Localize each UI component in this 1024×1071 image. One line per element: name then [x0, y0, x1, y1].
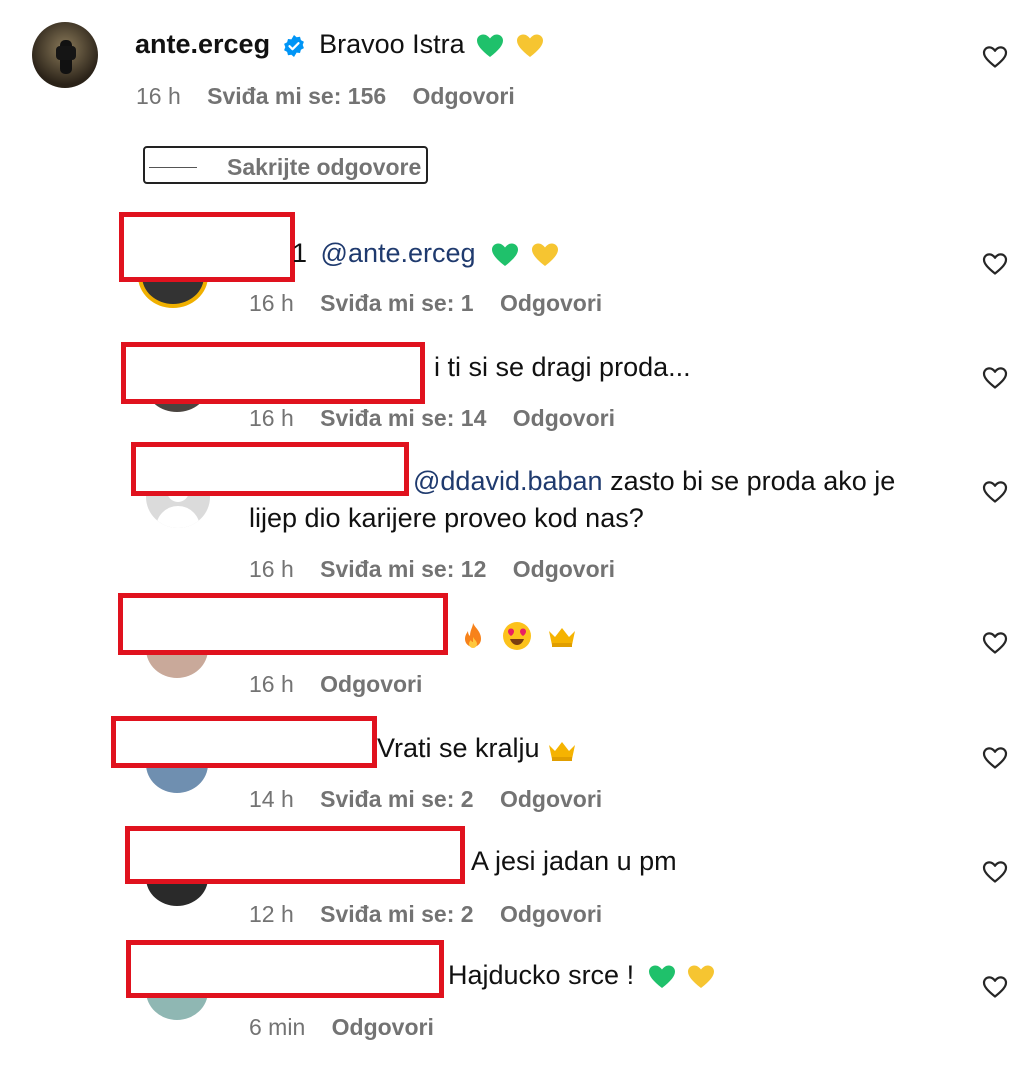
- comment-text-content: Vrati se kralju: [377, 733, 540, 763]
- reply-button[interactable]: Odgovori: [500, 901, 602, 927]
- like-heart-icon[interactable]: [982, 365, 1008, 391]
- like-heart-icon[interactable]: [982, 745, 1008, 771]
- comment-meta: 12 h Sviđa mi se: 2 Odgovori: [249, 901, 602, 928]
- comment-meta: 16 h Sviđa mi se: 14 Odgovori: [249, 405, 615, 432]
- like-heart-icon[interactable]: [982, 859, 1008, 885]
- heart-eyes-icon: [502, 621, 532, 651]
- yellow-heart-icon: [516, 33, 544, 59]
- comment-text: A jesi jadan u pm: [471, 846, 677, 876]
- crown-icon: [547, 624, 577, 648]
- like-heart-icon[interactable]: [982, 630, 1008, 656]
- reply-button[interactable]: Odgovori: [513, 556, 615, 582]
- reply-button[interactable]: Odgovori: [500, 786, 602, 812]
- username-fragment: 1: [292, 238, 308, 268]
- timestamp: 16 h: [249, 290, 294, 316]
- like-count[interactable]: Sviđa mi se: 14: [320, 405, 486, 431]
- comment-meta: 16 h Sviđa mi se: 12 Odgovori: [249, 556, 615, 583]
- timestamp: 12 h: [249, 901, 294, 927]
- comment-text: 1 @ante.erceg: [292, 235, 559, 271]
- redacted-username: [125, 826, 465, 884]
- comment-text: @ddavid.baban zasto bi se proda ako je: [413, 463, 895, 499]
- like-count[interactable]: Sviđa mi se: 2: [320, 786, 473, 812]
- username[interactable]: ante.erceg: [135, 29, 270, 59]
- fire-icon: [460, 621, 486, 651]
- mention-link[interactable]: @ante.erceg: [321, 238, 476, 268]
- comment-text: Bravoo Istra: [319, 29, 465, 59]
- avatar[interactable]: [32, 22, 98, 88]
- comment-text: Hajducko srce !: [448, 957, 715, 993]
- comment-meta: 16 h Sviđa mi se: 1 Odgovori: [249, 290, 602, 317]
- mention-link[interactable]: @ddavid.baban: [413, 466, 603, 496]
- comment-text-content: Hajducko srce !: [448, 960, 635, 990]
- divider-line: [149, 167, 197, 168]
- redacted-username: [119, 212, 295, 282]
- reply-button[interactable]: Odgovori: [513, 405, 615, 431]
- like-count[interactable]: Sviđa mi se: 2: [320, 901, 473, 927]
- like-heart-icon[interactable]: [982, 44, 1008, 70]
- reply-button[interactable]: Odgovori: [500, 290, 602, 316]
- like-count[interactable]: Sviđa mi se: 156: [207, 83, 386, 109]
- like-heart-icon[interactable]: [982, 479, 1008, 505]
- like-count[interactable]: Sviđa mi se: 1: [320, 290, 473, 316]
- yellow-heart-icon: [531, 242, 559, 268]
- comment-text-line1: zasto bi se proda ako je: [602, 466, 896, 496]
- yellow-heart-icon: [687, 964, 715, 990]
- timestamp: 6 min: [249, 1014, 306, 1040]
- redacted-username: [111, 716, 377, 768]
- timestamp: 16 h: [136, 83, 181, 109]
- green-heart-icon: [491, 242, 519, 268]
- redacted-username: [131, 442, 409, 496]
- reply-button[interactable]: Odgovori: [332, 1014, 434, 1040]
- comment-text-line2: lijep dio karijere proveo kod nas?: [249, 503, 644, 533]
- hide-replies-button[interactable]: Sakrijte odgovore: [143, 146, 428, 184]
- verified-badge-icon: [282, 34, 306, 58]
- green-heart-icon: [476, 33, 504, 59]
- comment-header: ante.erceg Bravoo Istra: [135, 26, 544, 62]
- redacted-username: [121, 342, 425, 404]
- green-heart-icon: [648, 964, 676, 990]
- timestamp: 16 h: [249, 671, 294, 697]
- like-count[interactable]: Sviđa mi se: 12: [320, 556, 486, 582]
- crown-icon: [547, 738, 577, 762]
- comment-text: [460, 616, 577, 652]
- comment-meta: 16 h Sviđa mi se: 156 Odgovori: [136, 83, 515, 110]
- hide-replies-label: Sakrijte odgovore: [227, 154, 422, 180]
- like-heart-icon[interactable]: [982, 974, 1008, 1000]
- comment-text: i ti si se dragi proda...: [434, 352, 691, 382]
- timestamp: 16 h: [249, 556, 294, 582]
- timestamp: 16 h: [249, 405, 294, 431]
- reply-button[interactable]: Odgovori: [320, 671, 422, 697]
- reply-button[interactable]: Odgovori: [413, 83, 515, 109]
- redacted-username: [126, 940, 444, 998]
- comment-meta: 14 h Sviđa mi se: 2 Odgovori: [249, 786, 602, 813]
- comment-meta: 6 min Odgovori: [249, 1014, 434, 1041]
- redacted-username: [118, 593, 448, 655]
- comment-meta: 16 h Odgovori: [249, 671, 422, 698]
- timestamp: 14 h: [249, 786, 294, 812]
- like-heart-icon[interactable]: [982, 251, 1008, 277]
- comment-text: Vrati se kralju: [377, 730, 577, 766]
